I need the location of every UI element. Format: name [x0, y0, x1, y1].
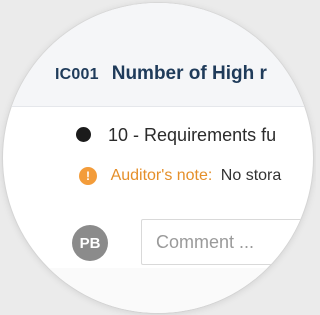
- control-title: Number of High r: [111, 63, 267, 84]
- comment-input[interactable]: [141, 219, 313, 265]
- magnifier-circle: IC001 Number of High r 10 - Requirements…: [3, 3, 313, 313]
- auditor-note-label: Auditor's note:: [110, 167, 213, 184]
- section-title: IC001 Number of High r: [55, 63, 267, 85]
- avatar: PB: [72, 225, 108, 261]
- comment-area-footer: [3, 268, 313, 313]
- warning-icon: !: [79, 167, 97, 185]
- comment-row: PB: [72, 219, 313, 267]
- auditor-note-text: No stora: [220, 167, 282, 184]
- zoomed-screenshot: IC001 Number of High r 10 - Requirements…: [0, 0, 316, 315]
- requirement-text: 10 - Requirements fu: [108, 125, 277, 145]
- requirement-row: 10 - Requirements fu: [76, 125, 276, 146]
- section-header: IC001 Number of High r: [3, 3, 313, 107]
- control-code: IC001: [55, 66, 99, 83]
- auditor-note-row: ! Auditor's note: No stora: [79, 167, 281, 185]
- bullet-icon: [76, 127, 91, 142]
